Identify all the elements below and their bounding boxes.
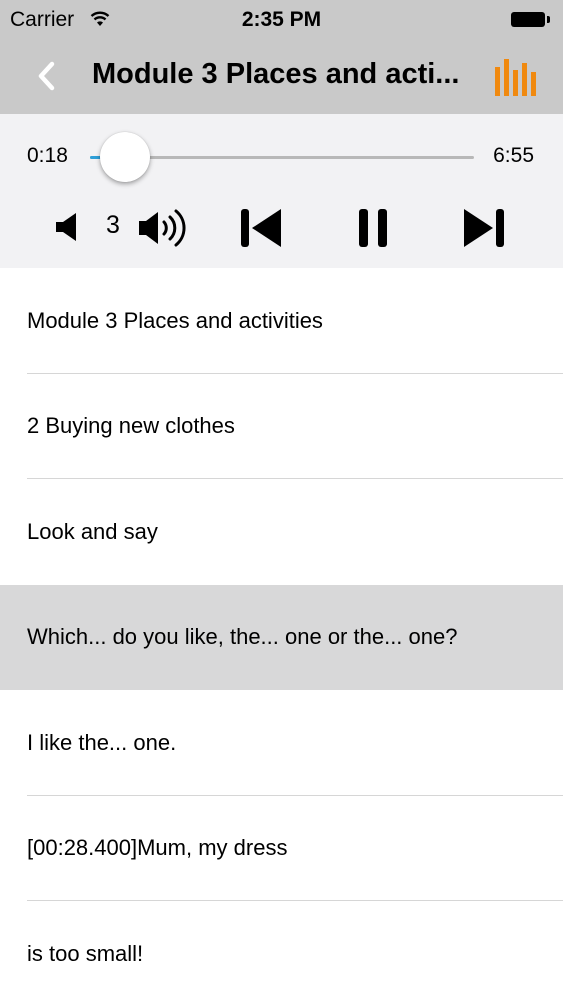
back-chevron-icon[interactable] (30, 56, 64, 96)
lyric-line[interactable]: 2 Buying new clothes (0, 374, 563, 479)
lyric-text: I like the... one. (27, 729, 177, 755)
navigation-bar: Module 3 Places and acti... (0, 40, 563, 114)
lyric-text: Module 3 Places and activities (27, 307, 323, 333)
volume-down-icon[interactable] (52, 210, 82, 244)
elapsed-time: 0:18 (27, 144, 68, 167)
battery-icon (511, 12, 551, 27)
lyric-line-active[interactable]: Which... do you like, the... one or the.… (0, 584, 563, 690)
lyrics-list: Module 3 Places and activities 2 Buying n… (0, 268, 563, 1007)
lyric-line[interactable]: I like the... one. (0, 690, 563, 796)
lyric-text: [00:28.400]Mum, my dress (27, 835, 288, 861)
previous-track-icon[interactable] (238, 207, 284, 249)
lyric-text: 2 Buying new clothes (27, 413, 235, 439)
volume-up-icon[interactable] (137, 206, 191, 250)
lyric-line[interactable]: Module 3 Places and activities (0, 268, 563, 374)
lyric-text: Look and say (27, 518, 158, 544)
lyric-line[interactable]: Look and say (0, 479, 563, 585)
lyric-text: is too small! (27, 940, 144, 966)
volume-level: 3 (106, 211, 120, 239)
bars-chart-icon[interactable] (494, 58, 538, 98)
audio-player: 0:18 6:55 3 (0, 114, 563, 268)
total-duration: 6:55 (493, 144, 534, 167)
status-time: 2:35 PM (241, 8, 322, 31)
lyric-line[interactable]: [00:28.400]Mum, my dress (0, 796, 563, 901)
lyric-text: Which... do you like, the... one or the.… (27, 624, 458, 650)
progress-slider-thumb[interactable] (99, 132, 150, 182)
lyric-line[interactable]: is too small! (0, 901, 563, 1007)
next-track-icon[interactable] (461, 207, 507, 249)
status-bar: Carrier 2:35 PM (0, 0, 563, 40)
page-title: Module 3 Places and acti... (92, 58, 460, 90)
pause-icon[interactable] (356, 207, 390, 249)
